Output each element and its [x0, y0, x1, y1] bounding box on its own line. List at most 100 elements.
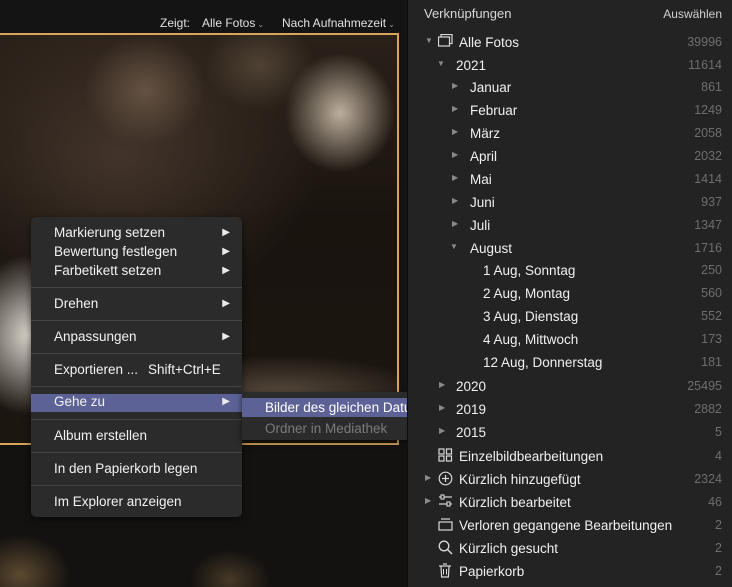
chevron-down-icon: ⌄	[257, 20, 265, 29]
menu-item-farbetikett[interactable]: Farbetikett setzen ▶	[31, 263, 242, 280]
menu-separator	[31, 287, 242, 288]
tree-item-month[interactable]: ▶ Januar 861	[408, 78, 732, 98]
submenu-arrow-icon: ▶	[222, 227, 230, 238]
tree-item-day[interactable]: 3 Aug, Dienstag 552	[408, 307, 732, 327]
tree-item-label: 2015	[456, 425, 487, 440]
menu-item-label: Markierung setzen	[54, 225, 166, 240]
tree-item-count: 11614	[688, 58, 722, 72]
menu-item-label: Gehe zu	[54, 394, 106, 409]
expand-down-icon[interactable]: ▼	[425, 36, 433, 45]
shortcut-label: Kürzlich hinzugefügt	[459, 472, 581, 487]
tree-item-month[interactable]: ▶ Mai 1414	[408, 170, 732, 190]
menu-item-label: Drehen	[54, 296, 99, 311]
tree-item-count: 250	[701, 263, 722, 277]
tree-item-2020[interactable]: ▶ 2020 25495	[408, 377, 732, 397]
menu-item-label: Bewertung festlegen	[54, 244, 178, 259]
tree-item-day[interactable]: 12 Aug, Donnerstag 181	[408, 353, 732, 373]
tree-item-month-august[interactable]: ▼ August 1716	[408, 239, 732, 259]
chevron-down-icon: ⌄	[388, 20, 395, 29]
menu-item-label: Anpassungen	[54, 329, 137, 344]
shortcut-count: 2	[715, 564, 722, 578]
menu-item-gehe-zu[interactable]: Gehe zu ▶	[31, 394, 242, 412]
tree-item-label: 2021	[456, 58, 487, 73]
tree-item-day[interactable]: 4 Aug, Mittwoch 173	[408, 330, 732, 350]
tree-item-count: 937	[701, 195, 722, 209]
expand-right-icon[interactable]: ▶	[439, 426, 445, 435]
shortcut-label: Papierkorb	[459, 564, 525, 579]
tree-item-count: 173	[701, 332, 722, 346]
expand-right-icon[interactable]: ▶	[452, 127, 458, 136]
expand-down-icon[interactable]: ▼	[437, 59, 445, 68]
menu-item-explorer[interactable]: Im Explorer anzeigen	[31, 494, 242, 511]
show-filter-dropdown[interactable]: Alle Fotos ⌄	[202, 16, 264, 30]
shortcut-label: Einzelbildbearbeitungen	[459, 449, 604, 464]
shortcut-label: Kürzlich gesucht	[459, 541, 559, 556]
menu-separator	[31, 419, 242, 420]
tree-item-month[interactable]: ▶ Februar 1249	[408, 101, 732, 121]
shortcut-trash[interactable]: Papierkorb 2	[408, 562, 732, 582]
expand-right-icon[interactable]: ▶	[425, 496, 431, 505]
menu-item-album-erstellen[interactable]: Album erstellen	[31, 428, 242, 445]
shortcut-count: 2	[715, 518, 722, 532]
expand-right-icon[interactable]: ▶	[425, 473, 431, 482]
sliders-icon	[437, 494, 453, 510]
menu-item-exportieren[interactable]: Exportieren ... Shift+Ctrl+E	[31, 362, 242, 379]
menu-item-label: Album erstellen	[54, 428, 148, 443]
shortcut-recently-edited[interactable]: ▶ Kürzlich bearbeitet 46	[408, 493, 732, 513]
panel-title: Verknüpfungen	[424, 6, 512, 21]
tree-item-label: Februar	[470, 103, 518, 118]
expand-right-icon[interactable]: ▶	[452, 81, 458, 90]
tree-item-2015[interactable]: ▶ 2015 5	[408, 423, 732, 443]
shortcut-recently-added[interactable]: ▶ Kürzlich hinzugefügt 2324	[408, 470, 732, 490]
plus-circle-icon	[437, 471, 453, 487]
menu-item-drehen[interactable]: Drehen ▶	[31, 296, 242, 313]
tree-item-count: 1249	[694, 103, 722, 117]
tree-item-count: 1716	[694, 241, 722, 255]
grid-icon	[437, 448, 453, 464]
tree-item-label: Juli	[470, 218, 491, 233]
tree-item-label: 3 Aug, Dienstag	[483, 309, 579, 324]
tree-item-label: August	[470, 241, 513, 256]
expand-right-icon[interactable]: ▶	[452, 196, 458, 205]
expand-right-icon[interactable]: ▶	[439, 403, 445, 412]
tree-item-month[interactable]: ▶ März 2058	[408, 124, 732, 144]
tree-item-count: 181	[701, 355, 722, 369]
shortcut-recently-searched[interactable]: Kürzlich gesucht 2	[408, 539, 732, 559]
shortcut-lost-edits[interactable]: Verloren gegangene Bearbeitungen 2	[408, 516, 732, 536]
menu-item-bewertung[interactable]: Bewertung festlegen ▶	[31, 244, 242, 261]
expand-right-icon[interactable]: ▶	[439, 380, 445, 389]
sort-value: Nach Aufnahmezeit	[282, 16, 387, 30]
context-menu: Markierung setzen ▶ Bewertung festlegen ▶ …	[31, 217, 242, 517]
shortcut-count: 46	[708, 495, 722, 509]
tree-item-label: Januar	[470, 80, 512, 95]
tree-item-label: 2019	[456, 402, 487, 417]
tree-item-label: Alle Fotos	[459, 35, 520, 50]
tree-item-day[interactable]: 1 Aug, Sonntag 250	[408, 261, 732, 281]
select-button[interactable]: Auswählen	[663, 7, 722, 21]
menu-item-anpassungen[interactable]: Anpassungen ▶	[31, 329, 242, 346]
shortcut-count: 4	[715, 449, 722, 463]
tree-item-2021[interactable]: ▼ 2021 11614	[408, 56, 732, 76]
tree-item-day[interactable]: 2 Aug, Montag 560	[408, 284, 732, 304]
tree-item-all-photos[interactable]: ▼ Alle Fotos 39996	[408, 33, 732, 53]
menu-item-markierung[interactable]: Markierung setzen ▶	[31, 225, 242, 242]
submenu-arrow-icon: ▶	[222, 265, 230, 276]
tree-item-month[interactable]: ▶ Juni 937	[408, 193, 732, 213]
tree-item-month[interactable]: ▶ April 2032	[408, 147, 732, 167]
tree-item-month[interactable]: ▶ Juli 1347	[408, 216, 732, 236]
expand-right-icon[interactable]: ▶	[452, 150, 458, 159]
expand-right-icon[interactable]: ▶	[452, 173, 458, 182]
sort-dropdown[interactable]: Nach Aufnahmezeit ⌄	[282, 16, 395, 30]
view-toolbar: Zeigt: Alle Fotos ⌄ Nach Aufnahmezeit ⌄	[0, 12, 407, 30]
menu-separator	[31, 452, 242, 453]
expand-down-icon[interactable]: ▼	[450, 242, 458, 251]
shortcut-single-edits[interactable]: Einzelbildbearbeitungen 4	[408, 447, 732, 467]
expand-right-icon[interactable]: ▶	[452, 219, 458, 228]
shortcut-label: Kürzlich bearbeitet	[459, 495, 571, 510]
tree-item-2019[interactable]: ▶ 2019 2882	[408, 400, 732, 420]
tree-item-count: 25495	[687, 379, 722, 393]
menu-item-papierkorb[interactable]: In den Papierkorb legen	[31, 461, 242, 478]
expand-right-icon[interactable]: ▶	[452, 104, 458, 113]
menu-item-label: Farbetikett setzen	[54, 263, 162, 278]
submenu-arrow-icon: ▶	[222, 396, 230, 407]
